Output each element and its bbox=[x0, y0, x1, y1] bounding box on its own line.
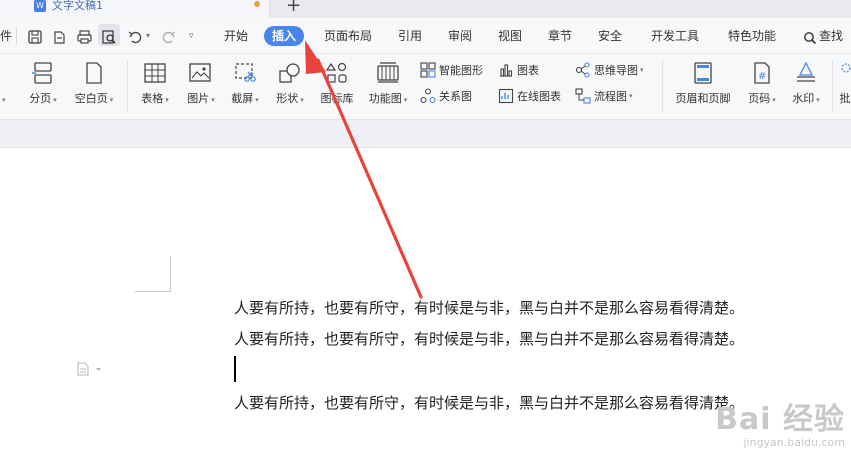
new-tab-button[interactable]: + bbox=[286, 0, 301, 16]
menu-security[interactable]: 安全 bbox=[598, 27, 622, 45]
menu-review[interactable]: 审阅 bbox=[448, 27, 472, 45]
table-button[interactable]: 表格 ▾ bbox=[136, 54, 174, 116]
text-cursor bbox=[234, 356, 236, 382]
relation-chart-icon bbox=[420, 88, 436, 104]
icon-library-icon bbox=[325, 62, 347, 83]
picture-icon bbox=[189, 63, 211, 82]
search-label[interactable]: 查找 bbox=[819, 27, 843, 45]
flowchart-button[interactable]: 流程图 ▾ bbox=[575, 87, 633, 105]
online-chart-button[interactable]: 在线图表 bbox=[498, 87, 561, 105]
watermark-button[interactable]: 水印 ▾ bbox=[786, 54, 826, 116]
flowchart-label: 流程图 bbox=[594, 90, 627, 103]
picture-label: 图片 bbox=[187, 92, 210, 105]
tab-bar: W 文字文稿1 + bbox=[0, 0, 851, 18]
header-footer-label: 页眉和页脚 bbox=[675, 92, 731, 105]
ribbon-separator bbox=[127, 60, 128, 112]
writer-doc-icon: W bbox=[34, 0, 46, 12]
menubar-separator bbox=[16, 28, 17, 44]
page-break-icon bbox=[32, 62, 52, 84]
blank-page-icon bbox=[86, 62, 102, 84]
collapsed-group-chevron-icon[interactable]: ▾ bbox=[2, 96, 6, 104]
undo-dropdown-chevron-icon[interactable]: ▾ bbox=[146, 27, 150, 45]
watermark-icon bbox=[797, 61, 815, 82]
screenshot-icon bbox=[235, 63, 256, 82]
page-break-label: 分页 bbox=[29, 92, 52, 105]
smart-shape-label: 智能图形 bbox=[439, 64, 483, 77]
print-preview-icon[interactable] bbox=[101, 28, 117, 46]
menu-references[interactable]: 引用 bbox=[398, 27, 422, 45]
save-icon[interactable] bbox=[27, 28, 43, 46]
paragraph-line[interactable]: 人要有所持，也要有所守，有时候是与非，黑与白并不是那么容易看得清楚。 bbox=[234, 297, 744, 318]
menu-view[interactable]: 视图 bbox=[498, 27, 522, 45]
page-break-button[interactable]: 分页 ▾ bbox=[24, 54, 62, 116]
ruler-area bbox=[0, 120, 851, 148]
page-margin-corner-mark bbox=[135, 256, 171, 292]
header-footer-icon bbox=[694, 62, 712, 84]
paragraph-line[interactable]: 人要有所持，也要有所守，有时候是与非，黑与白并不是那么容易看得清楚。 bbox=[234, 392, 744, 413]
online-chart-label: 在线图表 bbox=[517, 90, 561, 103]
customize-toolbar-chevron-icon[interactable]: ▿ bbox=[189, 27, 194, 45]
chart-icon bbox=[500, 64, 513, 77]
annotate-label-partial: 批 bbox=[839, 92, 851, 105]
picture-button[interactable]: 图片 ▾ bbox=[182, 54, 220, 116]
menu-special-features[interactable]: 特色功能 bbox=[728, 27, 776, 45]
search-icon[interactable] bbox=[803, 29, 817, 47]
shape-label: 形状 bbox=[276, 92, 299, 105]
paragraph-layout-icon bbox=[77, 362, 101, 376]
menu-bar: 件 ▾ ▿ 开始 插入 页面布局 引用 审阅 视图 章节 安全 开发工具 特色功… bbox=[0, 18, 851, 54]
screenshot-label: 截屏 bbox=[231, 92, 254, 105]
shape-icon bbox=[279, 63, 300, 83]
chart-label: 图表 bbox=[517, 64, 539, 77]
menu-insert[interactable]: 插入 bbox=[264, 26, 305, 46]
relation-chart-button[interactable]: 关系图 bbox=[420, 87, 472, 105]
smart-shape-button[interactable]: 智能图形 bbox=[420, 61, 483, 79]
mind-map-label: 思维导图 bbox=[594, 64, 638, 77]
baidu-jingyan-watermark: Bai 经验 jingyan.baidu.com bbox=[715, 394, 845, 449]
screenshot-button[interactable]: 截屏 ▾ bbox=[226, 54, 264, 116]
watermark-logo: Bai 经验 bbox=[715, 402, 845, 437]
print-icon[interactable] bbox=[76, 28, 93, 46]
file-menu-partial[interactable]: 件 bbox=[0, 27, 12, 45]
watermark-label: 水印 bbox=[792, 92, 815, 105]
feature-chart-label: 功能图 bbox=[368, 92, 402, 105]
table-label: 表格 bbox=[141, 92, 164, 105]
feature-chart-button[interactable]: 功能图 ▾ bbox=[364, 54, 412, 116]
relation-chart-label: 关系图 bbox=[439, 90, 472, 103]
mind-map-icon bbox=[575, 62, 590, 78]
export-pdf-icon[interactable] bbox=[51, 28, 67, 46]
document-tab[interactable]: W 文字文稿1 bbox=[0, 0, 270, 18]
menu-home[interactable]: 开始 bbox=[224, 27, 248, 45]
insert-ribbon: ▾ 分页 ▾ 空白页 ▾ 表格 ▾ 图片 ▾ 截屏 ▾ 形状 ▾ 图标库 功能图… bbox=[0, 54, 851, 120]
ribbon-separator bbox=[662, 60, 663, 112]
svg-text:#: # bbox=[758, 71, 766, 82]
chart-button[interactable]: 图表 bbox=[498, 61, 539, 79]
mind-map-button[interactable]: 思维导图 ▾ bbox=[575, 61, 644, 79]
paragraph-layout-handle[interactable] bbox=[76, 361, 104, 380]
unsaved-indicator-dot bbox=[254, 1, 260, 7]
feature-chart-icon bbox=[377, 62, 399, 83]
shape-button[interactable]: 形状 ▾ bbox=[271, 54, 309, 116]
undo-icon[interactable] bbox=[127, 28, 143, 46]
blank-page-label: 空白页 bbox=[74, 92, 108, 105]
icon-library-button[interactable]: 图标库 bbox=[316, 54, 358, 116]
menu-developer-tools[interactable]: 开发工具 bbox=[651, 27, 699, 45]
page-number-button[interactable]: # 页码 ▾ bbox=[742, 54, 782, 116]
table-icon bbox=[144, 63, 166, 83]
redo-icon[interactable] bbox=[161, 28, 177, 46]
blank-page-button[interactable]: 空白页 ▾ bbox=[70, 54, 118, 116]
page-number-icon: # bbox=[754, 62, 770, 84]
paragraph-line[interactable]: 人要有所持，也要有所守，有时候是与非，黑与白并不是那么容易看得清楚。 bbox=[234, 328, 744, 349]
wps-writer-window: W 文字文稿1 + 件 ▾ ▿ 开始 插入 页面布局 引用 审阅 视图 章节 安… bbox=[0, 0, 851, 455]
menu-page-layout[interactable]: 页面布局 bbox=[324, 27, 372, 45]
smart-shape-icon bbox=[420, 62, 436, 78]
icon-library-label: 图标库 bbox=[320, 92, 354, 105]
annotate-icon bbox=[841, 63, 851, 73]
flowchart-icon bbox=[575, 88, 591, 104]
online-chart-icon bbox=[498, 88, 514, 104]
header-footer-button[interactable]: 页眉和页脚 bbox=[670, 54, 736, 116]
menu-chapter[interactable]: 章节 bbox=[548, 27, 572, 45]
page-number-label: 页码 bbox=[748, 92, 771, 105]
document-tab-title: 文字文稿1 bbox=[52, 0, 103, 12]
annotate-button-partial[interactable]: 批 bbox=[838, 54, 851, 116]
